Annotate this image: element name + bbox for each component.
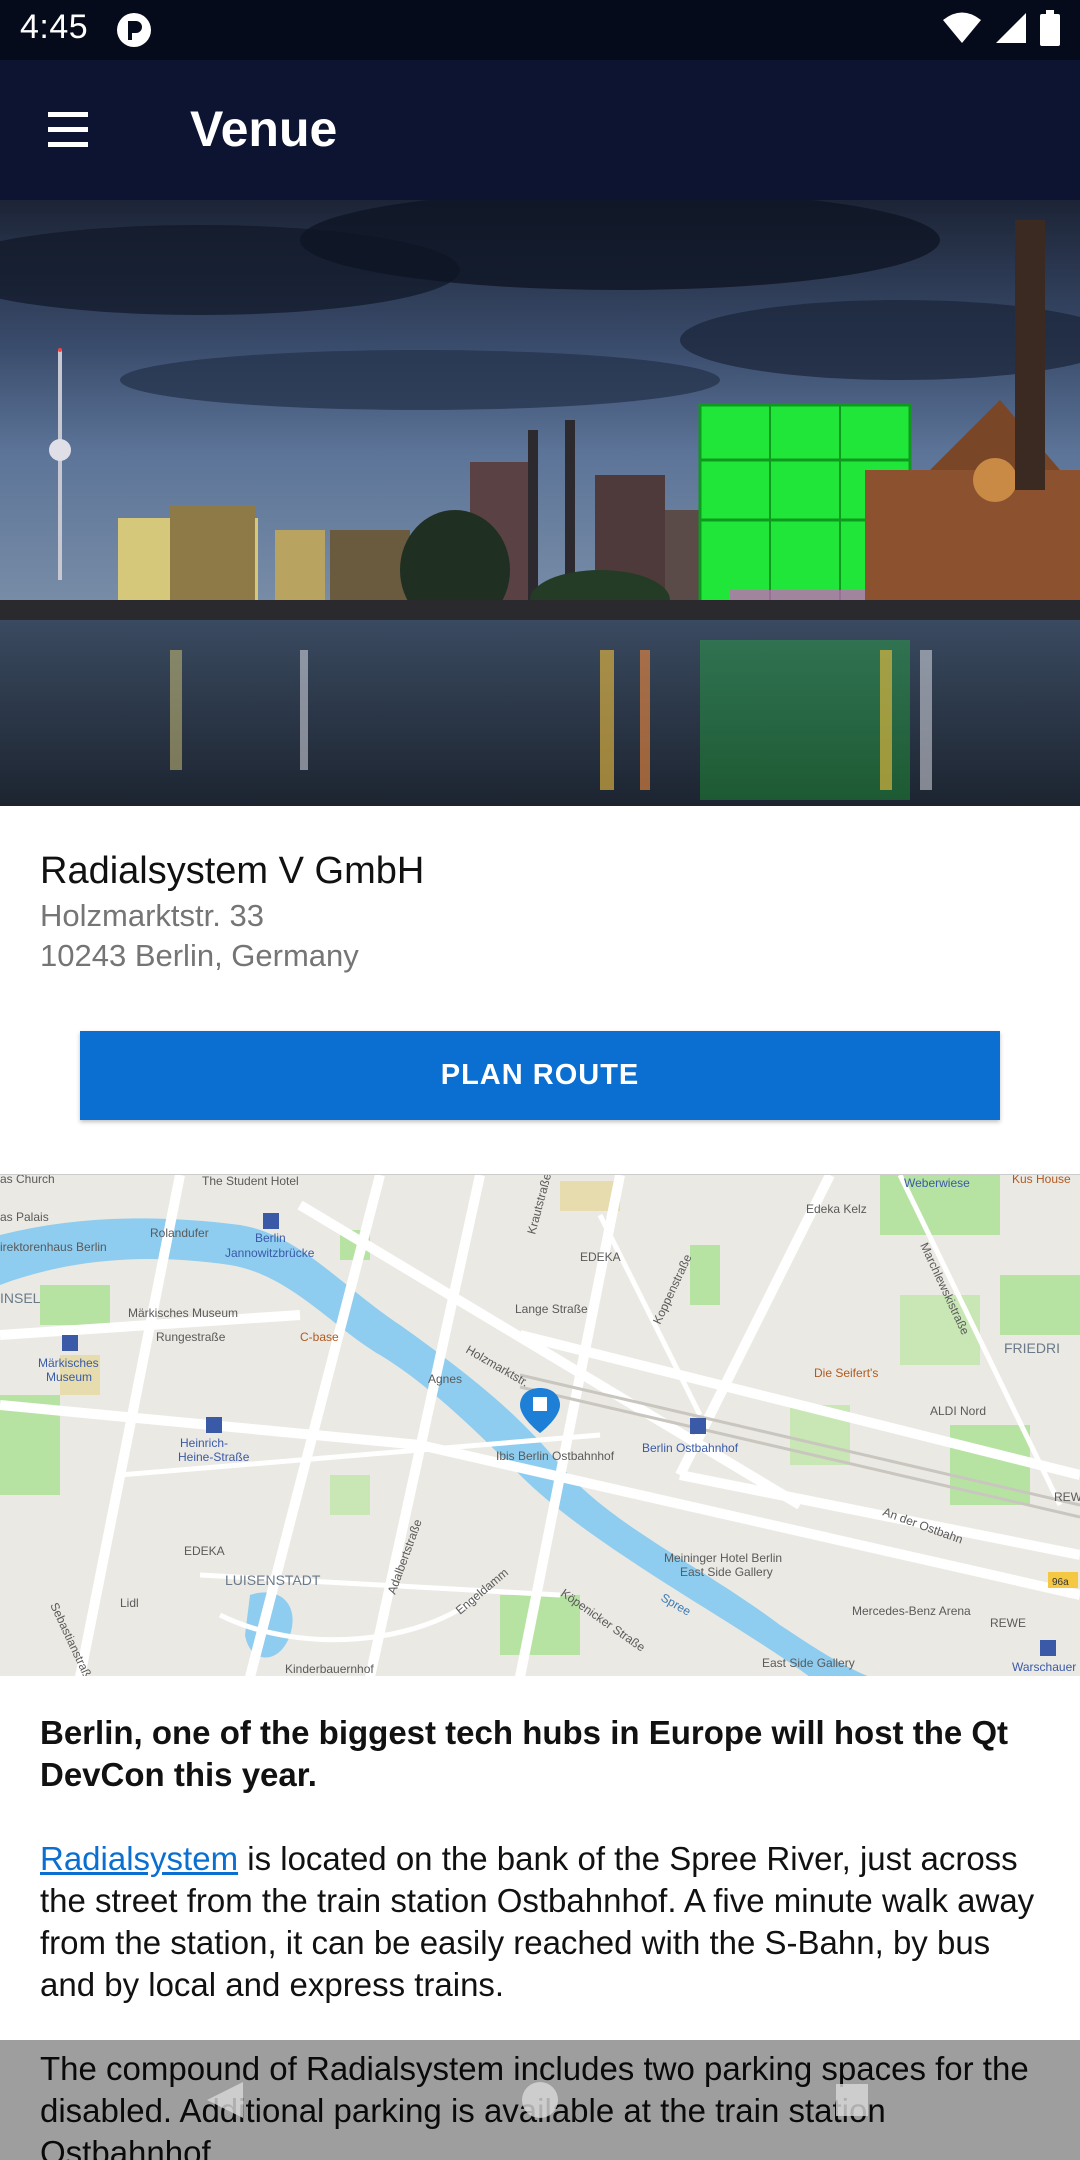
map-label: Agnes xyxy=(428,1372,462,1386)
map-label: EDEKA xyxy=(184,1544,225,1558)
venue-name: Radialsystem V GmbH xyxy=(40,850,425,892)
map-label: INSEL xyxy=(0,1290,41,1306)
map-label: East Side Gallery xyxy=(762,1656,855,1670)
wifi-icon xyxy=(943,12,981,43)
map-label: Heine-Straße xyxy=(178,1450,250,1464)
venue-city: 10243 Berlin, Germany xyxy=(40,938,359,973)
map-label: LUISENSTADT xyxy=(225,1572,321,1588)
map-label: as Palais xyxy=(0,1210,49,1224)
map-label: Märkisches Museum xyxy=(128,1306,238,1320)
map-label: Museum xyxy=(46,1370,92,1384)
map-label: Warschauer xyxy=(1012,1660,1076,1674)
map-label: C-base xyxy=(300,1330,339,1344)
radialsystem-link[interactable]: Radialsystem xyxy=(40,1840,238,1877)
map-label: Lange Straße xyxy=(515,1302,588,1316)
map-label: 96a xyxy=(1052,1577,1069,1588)
plan-route-button[interactable]: PLAN ROUTE xyxy=(80,1031,1000,1120)
map-label: Meininger Hotel Berlin xyxy=(664,1551,782,1565)
venue-photo xyxy=(0,200,1080,806)
map-label: REWE xyxy=(990,1616,1026,1630)
recents-icon[interactable] xyxy=(822,2070,882,2130)
map-label: Rolandufer xyxy=(150,1226,209,1240)
hamburger-menu-icon xyxy=(48,112,98,147)
map-label: EDEKA xyxy=(580,1250,621,1264)
map-label: Berlin xyxy=(255,1231,286,1245)
lead-paragraph: Berlin, one of the biggest tech hubs in … xyxy=(40,1714,1009,1793)
map-label: as Church xyxy=(0,1175,55,1186)
location-paragraph: Radialsystem is located on the bank of t… xyxy=(40,1838,1050,2006)
map-label: REW xyxy=(1054,1490,1080,1504)
map-label: Kus House xyxy=(1012,1175,1071,1186)
map-label: irektorenhaus Berlin xyxy=(0,1240,107,1254)
back-icon[interactable] xyxy=(195,2070,255,2130)
map-label: Ibis Berlin Ostbahnhof xyxy=(496,1449,615,1463)
home-icon[interactable] xyxy=(510,2070,570,2130)
menu-button[interactable] xyxy=(28,98,118,162)
status-time: 4:45 xyxy=(20,8,89,46)
map-label: Berlin Ostbahnhof xyxy=(642,1441,739,1455)
system-nav-bar xyxy=(0,2040,1080,2160)
status-bar: 4:45 xyxy=(0,0,1080,60)
map-label: Lidl xyxy=(120,1596,139,1610)
map-label: Die Seifert's xyxy=(814,1366,878,1380)
map-canvas: The Student Hotel Rolandufer Berlin Jann… xyxy=(0,1175,1080,1676)
map-label: ALDI Nord xyxy=(930,1404,986,1418)
page-title: Venue xyxy=(190,101,338,157)
map-label: Edeka Kelz xyxy=(806,1202,867,1216)
venue-info: Radialsystem V GmbH Holzmarktstr. 33 102… xyxy=(40,846,1040,976)
map-label: Märkisches xyxy=(38,1356,99,1370)
app-bar: Venue xyxy=(0,60,1080,200)
map-label: Jannowitzbrücke xyxy=(225,1246,315,1260)
map-label: Mercedes-Benz Arena xyxy=(852,1604,971,1618)
app-notification-icon xyxy=(117,13,151,47)
cityscape-image xyxy=(0,200,1080,806)
cell-signal-icon xyxy=(996,13,1026,43)
map-label: Rungestraße xyxy=(156,1330,226,1344)
map-label: FRIEDRI xyxy=(1004,1340,1060,1356)
venue-map[interactable]: The Student Hotel Rolandufer Berlin Jann… xyxy=(0,1174,1080,1676)
map-label: Kinderbauernhof xyxy=(285,1662,374,1676)
map-label: The Student Hotel xyxy=(202,1175,299,1188)
map-label: East Side Gallery xyxy=(680,1565,773,1579)
map-label: Heinrich- xyxy=(180,1436,228,1450)
venue-street: Holzmarktstr. 33 xyxy=(40,898,264,933)
map-label: Weberwiese xyxy=(904,1176,970,1190)
battery-icon xyxy=(1040,10,1060,46)
